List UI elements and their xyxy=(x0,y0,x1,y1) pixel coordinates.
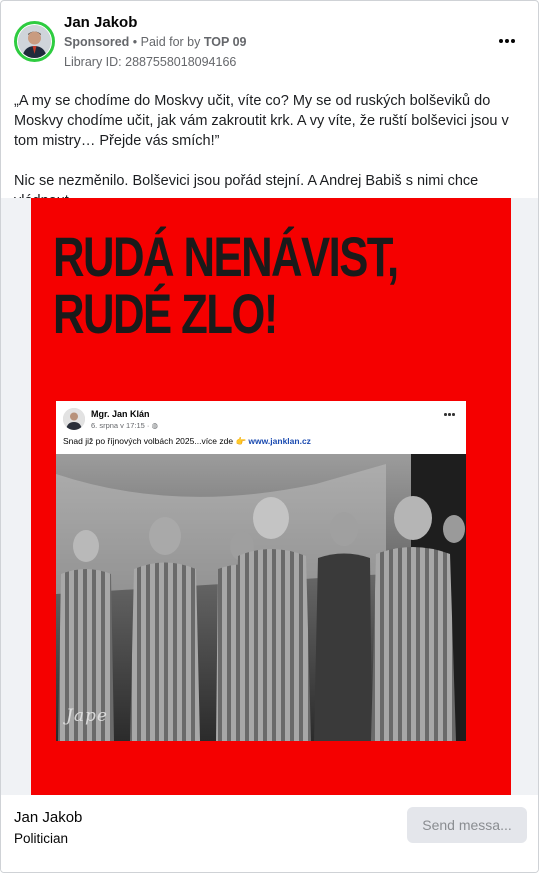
dot-icon xyxy=(505,39,509,43)
side-imprint xyxy=(493,226,501,376)
author-name[interactable]: Jan Jakob xyxy=(64,14,137,31)
prisoners-photo-illustration xyxy=(56,454,466,741)
ad-footer: Jan Jakob Politician Send messa... xyxy=(1,795,538,872)
dot-icon xyxy=(499,39,503,43)
embedded-more-icon xyxy=(444,413,455,416)
avatar-ring[interactable] xyxy=(14,21,55,62)
embedded-photo: Jape xyxy=(56,454,466,741)
dot-icon xyxy=(511,39,515,43)
sponsored-meta: Sponsored • Paid for by TOP 09 xyxy=(64,35,246,49)
embedded-link: www.janklan.cz xyxy=(248,436,311,446)
avatar[interactable] xyxy=(18,25,51,58)
embedded-avatar xyxy=(63,408,85,430)
photo-signature: Jape xyxy=(66,706,108,726)
embedded-date-text: 6. srpna v 17:15 · xyxy=(91,421,152,430)
embedded-author: Mgr. Jan Klán xyxy=(91,409,150,419)
embedded-avatar-icon xyxy=(63,408,85,430)
sponsored-label: Sponsored xyxy=(64,35,130,49)
avatar-portrait-icon xyxy=(18,25,51,58)
ad-card: Jan Jakob Sponsored • Paid for by TOP 09… xyxy=(0,0,539,873)
footer-page-name[interactable]: Jan Jakob xyxy=(14,809,82,826)
footer-page-category: Politician xyxy=(14,831,69,846)
headline-line: RUDÉ ZLO! xyxy=(53,282,278,345)
post-header: Jan Jakob Sponsored • Paid for by TOP 09… xyxy=(1,1,538,81)
embedded-text: Snad již po říjnových volbách 2025...víc… xyxy=(63,436,311,447)
library-id: Library ID: 2887558018094166 xyxy=(64,55,237,69)
poster-headline: RUDÁ NENÁVIST, RUDÉ ZLO! xyxy=(53,225,399,345)
embedded-text-body: Snad již po říjnových volbách 2025...víc… xyxy=(63,436,249,446)
embedded-post: Mgr. Jan Klán 6. srpna v 17:15 · ◍ Snad … xyxy=(56,401,466,741)
more-options-button[interactable] xyxy=(495,31,519,51)
headline-line: RUDÁ NENÁVIST, xyxy=(53,225,399,288)
embedded-date: 6. srpna v 17:15 · ◍ xyxy=(91,421,158,430)
post-paragraph: „A my se chodíme do Moskvy učit, víte co… xyxy=(14,93,509,149)
globe-icon: ◍ xyxy=(151,421,158,430)
send-message-button[interactable]: Send messa... xyxy=(407,807,527,843)
meta-bullet: • xyxy=(129,35,141,49)
ad-image[interactable]: RUDÁ NENÁVIST, RUDÉ ZLO! Mgr. Jan Klán 6… xyxy=(31,198,511,795)
paid-by-link[interactable]: TOP 09 xyxy=(204,35,247,49)
paid-prefix: Paid for by xyxy=(140,35,204,49)
